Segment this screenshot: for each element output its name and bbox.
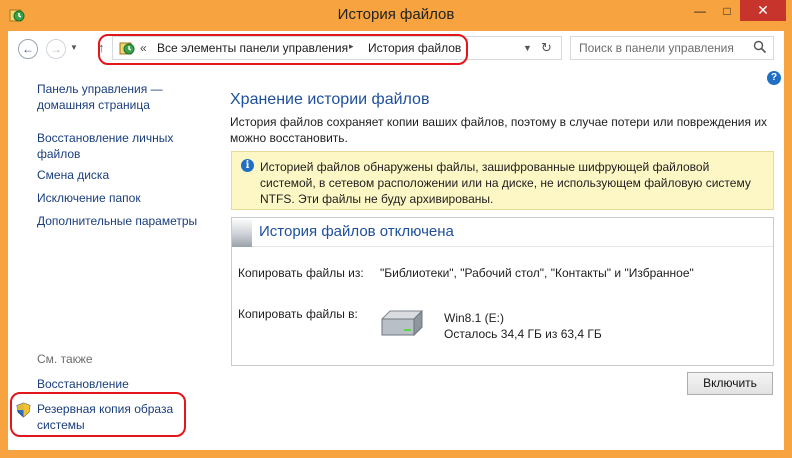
title-bar[interactable]: История файлов — □ ✕: [0, 0, 792, 30]
copy-from-label: Копировать файлы из:: [238, 266, 364, 280]
system-image-highlight-annotation: [10, 392, 186, 437]
see-also-label: См. также: [37, 352, 93, 366]
info-icon: i: [241, 159, 254, 172]
panel-header-accent: [232, 218, 252, 247]
copy-to-label: Копировать файлы в:: [238, 307, 358, 321]
page-description: История файлов сохраняет копии ваших фай…: [230, 115, 768, 145]
address-dropdown-icon[interactable]: ▼: [523, 43, 532, 53]
file-history-window: История файлов — □ ✕ ← → ▼ ↑ « Все элеме…: [0, 0, 792, 458]
search-input[interactable]: Поиск в панели управления: [570, 36, 774, 60]
panel-title: История файлов отключена: [259, 223, 454, 240]
recent-pages-dropdown-icon[interactable]: ▼: [70, 43, 78, 52]
window-client: ← → ▼ ↑ « Все элементы панели управления…: [8, 31, 784, 450]
window-title: История файлов: [337, 6, 455, 23]
refresh-icon[interactable]: ↻: [541, 40, 552, 56]
minimize-icon[interactable]: —: [686, 0, 714, 21]
sidebar-link-control-panel-home[interactable]: Панель управления — домашняя страница: [37, 81, 187, 113]
target-drive-free-space: Осталось 34,4 ГБ из 63,4 ГБ: [444, 327, 602, 341]
forward-arrow-icon[interactable]: →: [46, 39, 66, 59]
copy-from-value: "Библиотеки", "Рабочий стол", "Контакты"…: [380, 266, 694, 280]
warning-text: Историей файлов обнаружены файлы, зашифр…: [260, 160, 751, 206]
hard-drive-icon: [381, 309, 423, 337]
search-icon[interactable]: [753, 40, 767, 54]
address-highlight-annotation: [98, 34, 468, 65]
target-drive-name: Win8.1 (E:): [444, 311, 505, 325]
panel-header: История файлов отключена: [232, 218, 773, 247]
sidebar-link-recovery[interactable]: Восстановление: [37, 376, 129, 392]
sidebar-link-restore-personal-files[interactable]: Восстановление личных файлов: [37, 130, 187, 162]
enable-button[interactable]: Включить: [687, 372, 773, 395]
page-title: Хранение истории файлов: [230, 91, 430, 108]
help-icon[interactable]: ?: [767, 71, 781, 85]
file-history-status-panel: История файлов отключена Копировать файл…: [231, 217, 774, 366]
search-placeholder: Поиск в панели управления: [579, 41, 734, 55]
maximize-icon[interactable]: □: [714, 0, 740, 21]
warning-banner: i Историей файлов обнаружены файлы, заши…: [231, 151, 774, 210]
sidebar-link-exclude-folders[interactable]: Исключение папок: [37, 190, 141, 206]
back-arrow-icon[interactable]: ←: [18, 39, 38, 59]
sidebar-link-change-drive[interactable]: Смена диска: [37, 167, 109, 183]
sidebar-link-advanced-settings[interactable]: Дополнительные параметры: [37, 213, 197, 229]
close-icon[interactable]: ✕: [740, 0, 786, 21]
